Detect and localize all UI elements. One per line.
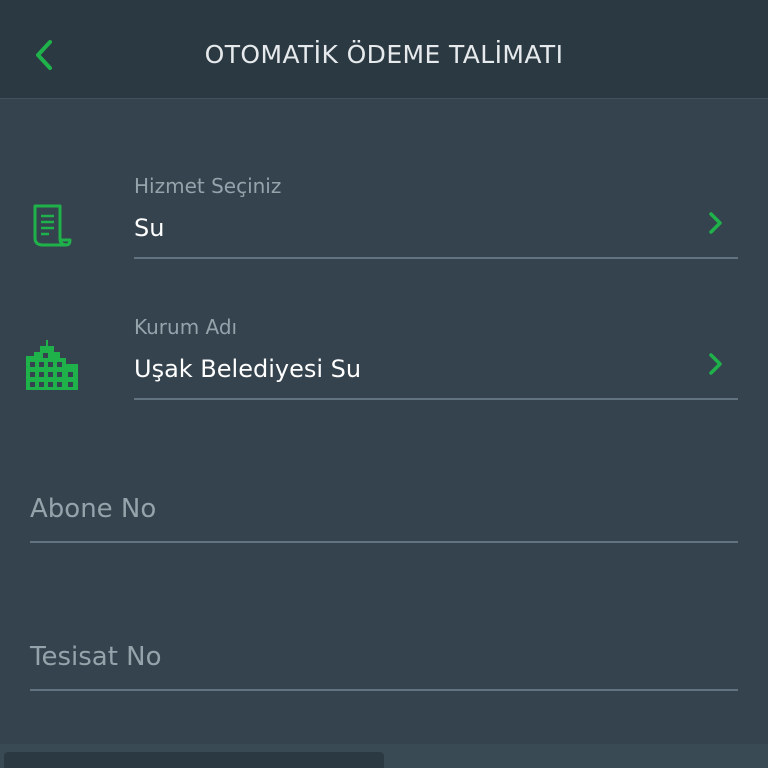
subscriber-no-underline bbox=[30, 541, 738, 543]
chevron-right-icon bbox=[709, 353, 722, 375]
screen: OTOMATİK ÖDEME TALİMATI Hizmet Seçiniz S… bbox=[0, 0, 768, 768]
page-title: OTOMATİK ÖDEME TALİMATI bbox=[204, 40, 564, 69]
institution-value: Uşak Belediyesi Su bbox=[134, 355, 362, 383]
institution-label: Kurum Adı bbox=[134, 315, 238, 339]
service-underline bbox=[134, 257, 738, 259]
installation-no-underline bbox=[30, 689, 738, 691]
service-select[interactable]: Hizmet Seçiniz Su bbox=[134, 168, 738, 260]
service-value: Su bbox=[134, 214, 165, 242]
subscriber-no-input[interactable]: Abone No bbox=[30, 488, 738, 544]
receipt-icon bbox=[30, 204, 72, 252]
installation-no-input[interactable]: Tesisat No bbox=[30, 636, 738, 692]
institution-select[interactable]: Kurum Adı Uşak Belediyesi Su bbox=[134, 309, 738, 401]
installation-no-placeholder: Tesisat No bbox=[30, 642, 162, 672]
subscriber-no-placeholder: Abone No bbox=[30, 494, 157, 524]
service-label: Hizmet Seçiniz bbox=[134, 174, 282, 198]
bottom-tab[interactable] bbox=[4, 752, 384, 768]
chevron-right-icon bbox=[709, 212, 722, 234]
top-bar: OTOMATİK ÖDEME TALİMATI bbox=[0, 0, 768, 99]
institution-underline bbox=[134, 398, 738, 400]
buildings-icon bbox=[26, 338, 78, 396]
